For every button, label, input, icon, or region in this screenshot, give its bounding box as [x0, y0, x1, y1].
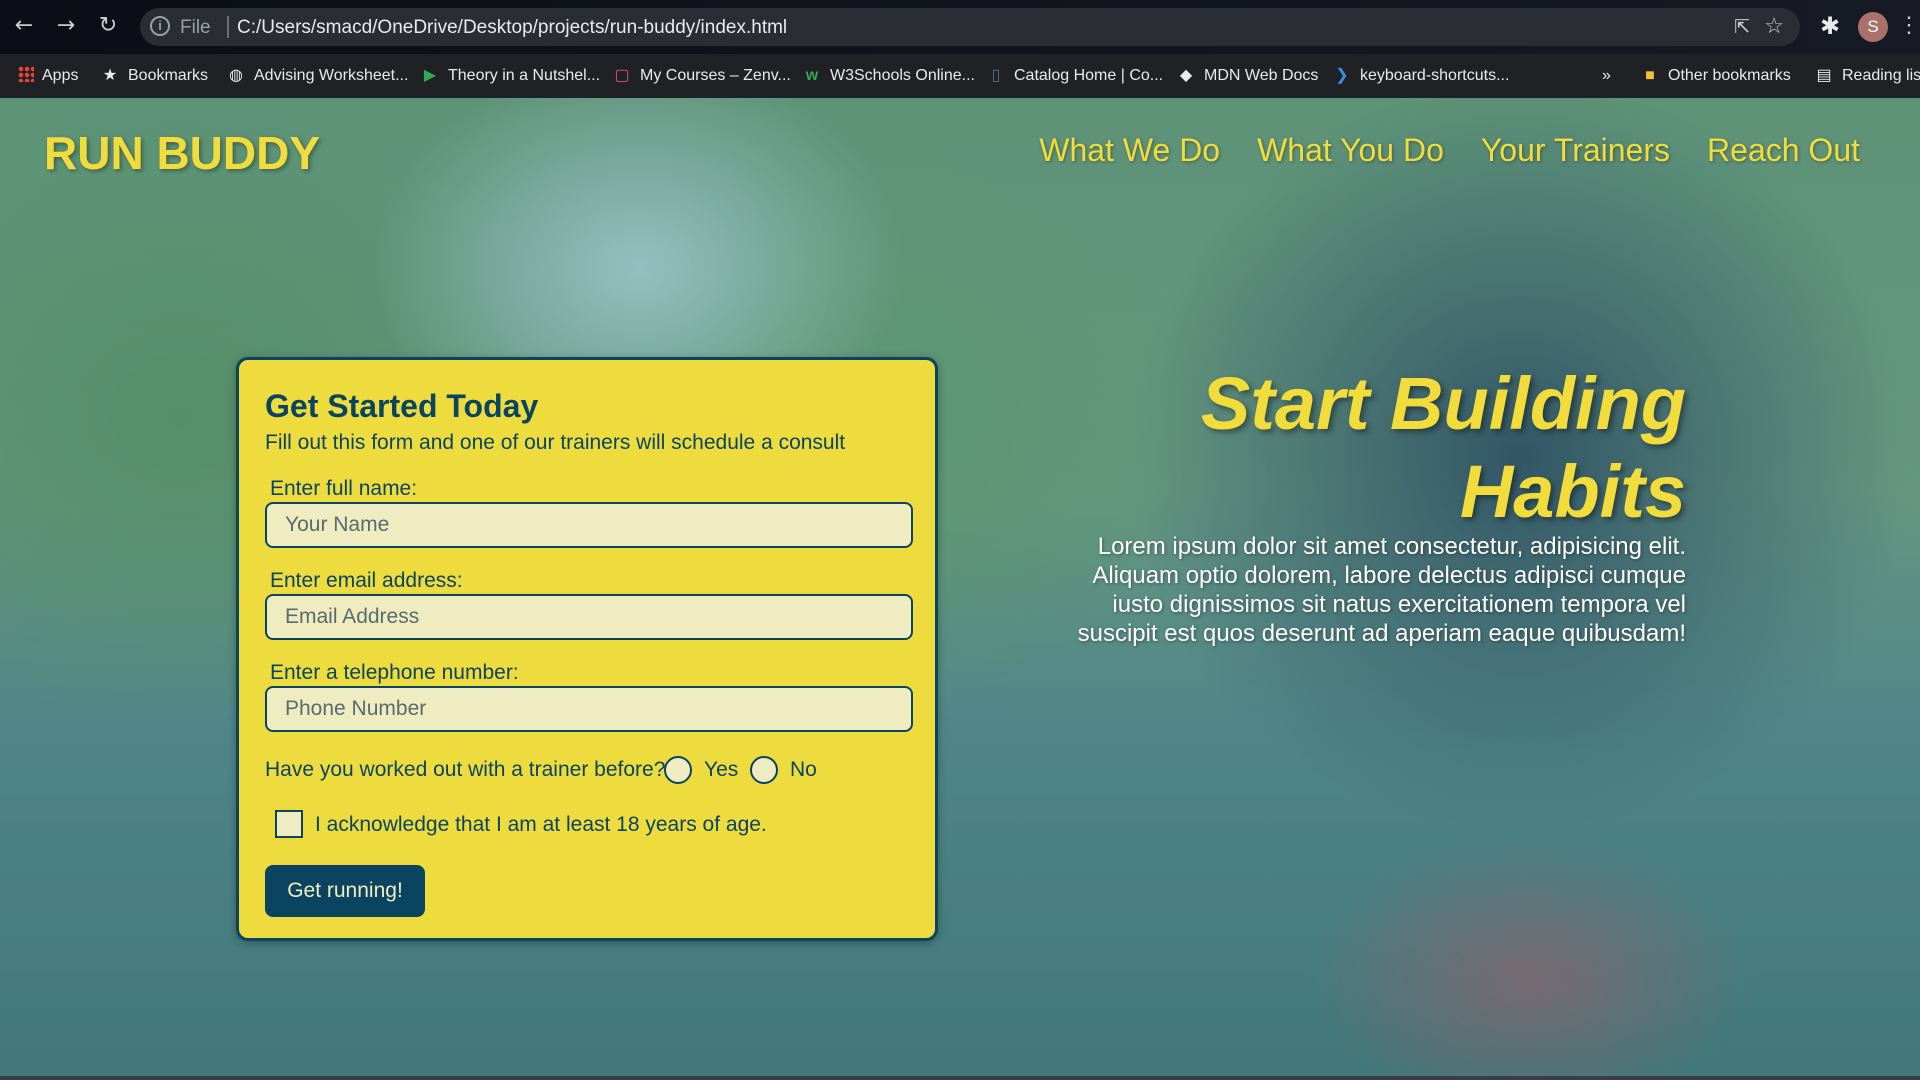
- trainer-question: Have you worked out with a trainer befor…: [265, 758, 666, 781]
- window-bottom-edge: [0, 1076, 1920, 1080]
- apps-grid-icon: [18, 66, 34, 82]
- bookmark-mdn[interactable]: ◆ MDN Web Docs: [1176, 54, 1319, 98]
- get-running-button[interactable]: Get running!: [265, 865, 425, 917]
- form-title: Get Started Today: [265, 388, 539, 424]
- mdn-icon: ◆: [1179, 67, 1193, 84]
- trainer-yes-label: Yes: [704, 758, 739, 781]
- bookmark-label: Catalog Home | Co...: [1014, 67, 1164, 84]
- name-input[interactable]: [265, 502, 913, 548]
- bookmark-label: Other bookmarks: [1668, 67, 1791, 84]
- play-icon: ▶: [423, 67, 437, 84]
- site-logo[interactable]: RUN BUDDY: [44, 126, 320, 180]
- reload-icon[interactable]: ↻: [92, 10, 124, 42]
- bookmark-label: W3Schools Online...: [830, 67, 975, 84]
- bookmark-advising[interactable]: ◍ Advising Worksheet...: [226, 54, 408, 98]
- age-ack-label: I acknowledge that I am at least 18 year…: [315, 813, 767, 836]
- main-nav: What We Do What You Do Your Trainers Rea…: [1039, 132, 1860, 169]
- reading-list-icon: ▤: [1816, 67, 1832, 84]
- star-icon: ★: [102, 67, 118, 84]
- browser-toolbar: ← → ↻ i File C:/Users/smacd/OneDrive/Des…: [0, 0, 1920, 54]
- other-bookmarks-folder[interactable]: ■ Other bookmarks: [1640, 54, 1791, 98]
- hero-title-line-2: Habits: [1459, 450, 1686, 533]
- square-icon: ▢: [614, 67, 630, 84]
- bookmark-theory[interactable]: ▶ Theory in a Nutshel...: [420, 54, 600, 98]
- form-subtitle: Fill out this form and one of our traine…: [265, 431, 846, 454]
- email-label: Enter email address:: [270, 569, 463, 592]
- nav-what-we-do[interactable]: What We Do: [1039, 132, 1220, 169]
- bookmark-keyboard-shortcuts[interactable]: ❯ keyboard-shortcuts...: [1332, 54, 1509, 98]
- bookmark-label: Reading list: [1842, 67, 1920, 84]
- phone-input[interactable]: [265, 686, 913, 732]
- nav-what-you-do[interactable]: What You Do: [1257, 132, 1444, 169]
- bookmark-star-icon[interactable]: ☆: [1764, 13, 1784, 39]
- file-scheme-label: File: [180, 17, 211, 38]
- bookmark-label: Apps: [42, 67, 79, 84]
- forward-arrow-icon[interactable]: →: [50, 10, 82, 42]
- nav-your-trainers[interactable]: Your Trainers: [1481, 132, 1670, 169]
- get-started-form: Get Started Today Fill out this form and…: [236, 357, 938, 941]
- trainer-no-radio[interactable]: [750, 756, 778, 784]
- info-icon[interactable]: i: [150, 16, 170, 36]
- hero-paragraph: Lorem ipsum dolor sit amet consectetur, …: [1077, 533, 1686, 647]
- trainer-no-label: No: [790, 758, 817, 781]
- address-bar[interactable]: i File C:/Users/smacd/OneDrive/Desktop/p…: [140, 8, 1800, 46]
- bookmark-apps[interactable]: Apps: [18, 54, 78, 98]
- bookmark-label: MDN Web Docs: [1204, 67, 1319, 84]
- phone-label: Enter a telephone number:: [270, 661, 519, 684]
- url-text[interactable]: C:/Users/smacd/OneDrive/Desktop/projects…: [227, 17, 787, 39]
- catalog-icon: ▯: [991, 67, 1001, 84]
- bookmark-label: keyboard-shortcuts...: [1360, 67, 1510, 84]
- folder-icon: ■: [1645, 67, 1655, 84]
- vscode-icon: ❯: [1335, 67, 1349, 84]
- bookmark-label: My Courses – Zenv...: [640, 67, 791, 84]
- run-buddy-page: RUN BUDDY What We Do What You Do Your Tr…: [0, 98, 1920, 1076]
- bookmarks-bar: Apps ★ Bookmarks ◍ Advising Worksheet... ▶…: [0, 54, 1920, 99]
- age-checkbox[interactable]: [275, 810, 303, 838]
- hero-title-line-1: Start Building: [1200, 362, 1686, 445]
- share-icon[interactable]: ⇱: [1734, 16, 1750, 39]
- w3-icon: w: [805, 67, 819, 84]
- hero-title: Start Building Habits: [1086, 360, 1686, 536]
- bookmark-label: Bookmarks: [128, 67, 209, 84]
- email-input[interactable]: [265, 594, 913, 640]
- globe-icon: ◍: [229, 67, 243, 84]
- profile-avatar[interactable]: S: [1858, 12, 1888, 42]
- bookmark-w3schools[interactable]: w W3Schools Online...: [802, 54, 975, 98]
- bookmarks-overflow-button[interactable]: »: [1602, 54, 1611, 98]
- reading-list-button[interactable]: ▤ Reading list: [1814, 54, 1920, 98]
- nav-reach-out[interactable]: Reach Out: [1707, 132, 1860, 169]
- bookmark-label: Theory in a Nutshel...: [448, 67, 601, 84]
- extensions-puzzle-icon[interactable]: ✱: [1820, 12, 1840, 41]
- more-menu-icon[interactable]: ⋮: [1898, 12, 1920, 38]
- bookmark-catalog[interactable]: ▯ Catalog Home | Co...: [986, 54, 1164, 98]
- trainer-yes-radio[interactable]: [664, 756, 692, 784]
- bookmark-my-courses[interactable]: ▢ My Courses – Zenv...: [612, 54, 791, 98]
- bookmark-label: Advising Worksheet...: [254, 67, 409, 84]
- name-label: Enter full name:: [270, 477, 418, 500]
- back-arrow-icon[interactable]: ←: [8, 10, 40, 42]
- bookmark-bookmarks[interactable]: ★ Bookmarks: [100, 54, 208, 98]
